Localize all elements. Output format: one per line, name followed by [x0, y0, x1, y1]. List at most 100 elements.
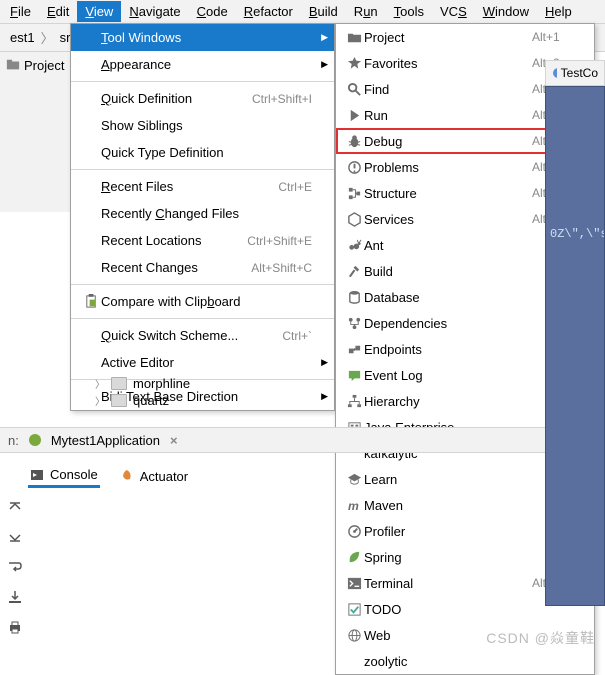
editor-tab[interactable]: TestCo	[545, 60, 605, 86]
menu-row-quick-definition[interactable]: Quick DefinitionCtrl+Shift+I	[71, 85, 334, 112]
expand-icon[interactable]: 〉	[95, 393, 105, 408]
chevron-right-icon: ▶	[321, 391, 328, 402]
search-icon	[344, 82, 364, 97]
tree-node[interactable]: 〉 morphline	[95, 375, 190, 392]
hex-icon	[344, 212, 364, 227]
menu-row-recently-changed-files[interactable]: Recently Changed Files	[71, 200, 334, 227]
menu-item-edit[interactable]: Edit	[39, 1, 77, 22]
actuator-icon	[120, 469, 134, 483]
print-button[interactable]	[5, 618, 25, 636]
console-toolbar	[0, 490, 30, 636]
menu-item-tools[interactable]: Tools	[386, 1, 432, 22]
spring-leaf-icon	[27, 432, 43, 448]
bug-icon	[344, 134, 364, 149]
menu-item-window[interactable]: Window	[475, 1, 537, 22]
menu-label: Quick Type Definition	[101, 145, 312, 160]
run-config-name[interactable]: Mytest1Application	[51, 433, 160, 448]
menu-row-quick-switch-scheme-[interactable]: Quick Switch Scheme...Ctrl+`	[71, 322, 334, 349]
tool-window-zoolytic[interactable]: zoolytic	[336, 648, 594, 674]
menu-label: Project	[364, 30, 532, 45]
gauge-icon	[344, 524, 364, 539]
menu-label: Quick Definition	[101, 91, 252, 106]
speech-icon	[344, 368, 364, 383]
tab-label: Console	[50, 467, 98, 482]
menu-label: Recent Locations	[101, 233, 247, 248]
shortcut-label: Ctrl+E	[278, 180, 312, 194]
breadcrumb-seg1[interactable]: est1	[6, 30, 39, 45]
svg-text:m: m	[347, 499, 358, 513]
shortcut-label: Ctrl+Shift+E	[247, 234, 312, 248]
menu-row-active-editor[interactable]: Active Editor▶	[71, 349, 334, 376]
structure-icon	[344, 186, 364, 201]
folder-icon	[344, 30, 364, 45]
tool-window-project[interactable]: ProjectAlt+1	[336, 24, 594, 50]
menu-item-vcs[interactable]: VCS	[432, 1, 475, 22]
leaf-icon	[344, 550, 364, 565]
menu-row-tool-windows[interactable]: Tool Windows▶	[71, 24, 334, 51]
tree-label: morphline	[133, 376, 190, 391]
chevron-right-icon: ▶	[321, 357, 328, 368]
project-label: Project	[24, 58, 64, 73]
code-editor[interactable]: 0Z\",\"sou	[545, 86, 605, 606]
m-icon: m	[344, 498, 364, 513]
actuator-tab[interactable]: Actuator	[118, 466, 190, 487]
menu-item-run[interactable]: Run	[346, 1, 386, 22]
menu-item-refactor[interactable]: Refactor	[236, 1, 301, 22]
menu-row-show-siblings[interactable]: Show Siblings	[71, 112, 334, 139]
scroll-to-end-button[interactable]	[5, 588, 25, 606]
menu-label: Recent Changes	[101, 260, 251, 275]
menu-item-code[interactable]: Code	[189, 1, 236, 22]
menu-row-quick-type-definition[interactable]: Quick Type Definition	[71, 139, 334, 166]
soft-wrap-button[interactable]	[5, 558, 25, 576]
menu-row-recent-changes[interactable]: Recent ChangesAlt+Shift+C	[71, 254, 334, 281]
view-menu-dropdown: Tool Windows▶Appearance▶ Quick Definition…	[70, 23, 335, 411]
clipboard-icon	[81, 294, 101, 309]
menu-row-appearance[interactable]: Appearance▶	[71, 51, 334, 78]
terminal-icon	[344, 576, 364, 591]
run-tabs: Console Actuator	[18, 458, 200, 494]
warn-icon	[344, 160, 364, 175]
menu-row-recent-locations[interactable]: Recent LocationsCtrl+Shift+E	[71, 227, 334, 254]
deps-icon	[344, 316, 364, 331]
scroll-down-button[interactable]	[5, 528, 25, 546]
hammer-icon	[344, 264, 364, 279]
menu-row-recent-files[interactable]: Recent FilesCtrl+E	[71, 173, 334, 200]
menu-label: Recent Files	[101, 179, 278, 194]
watermark: CSDN @焱童鞋	[486, 628, 595, 648]
project-tool-tab[interactable]: Project	[0, 52, 74, 212]
menu-item-file[interactable]: File	[2, 1, 39, 22]
menu-item-navigate[interactable]: Navigate	[121, 1, 188, 22]
folder-icon	[111, 377, 127, 390]
grad-icon	[344, 472, 364, 487]
ant-icon	[344, 238, 364, 253]
editor-right-panel: TestCo 0Z\",\"sou	[545, 60, 605, 606]
tree-node[interactable]: 〉 quartz	[95, 392, 190, 409]
console-tab[interactable]: Console	[28, 464, 100, 488]
menu-label: Run	[364, 108, 532, 123]
close-icon[interactable]: ×	[170, 433, 178, 448]
run-label: n:	[8, 433, 19, 448]
globe-icon	[344, 628, 364, 643]
expand-icon[interactable]: 〉	[95, 376, 105, 391]
menu-label: Recently Changed Files	[101, 206, 312, 221]
shortcut-label: Ctrl+`	[282, 329, 312, 343]
menu-label: Debug	[364, 134, 532, 149]
tree-label: quartz	[133, 393, 169, 408]
console-icon	[30, 468, 44, 482]
menu-row-compare-with-clipboard[interactable]: Compare with Clipboard	[71, 288, 334, 315]
menu-bar: FileEditViewNavigateCodeRefactorBuildRun…	[0, 0, 605, 24]
menu-label: Services	[364, 212, 532, 227]
scroll-up-button[interactable]	[5, 498, 25, 516]
menu-item-build[interactable]: Build	[301, 1, 346, 22]
shortcut-label: Ctrl+Shift+I	[252, 92, 312, 106]
menu-item-view[interactable]: View	[77, 1, 121, 22]
menu-item-help[interactable]: Help	[537, 1, 580, 22]
menu-label: Problems	[364, 160, 532, 175]
java-class-icon	[552, 67, 557, 79]
db-icon	[344, 290, 364, 305]
chevron-right-icon: ▶	[321, 32, 328, 43]
tab-title: TestCo	[561, 66, 598, 80]
code-text: 0Z\",\"sou	[550, 227, 600, 241]
endpoint-icon	[344, 342, 364, 357]
shortcut-label: Alt+Shift+C	[251, 261, 312, 275]
